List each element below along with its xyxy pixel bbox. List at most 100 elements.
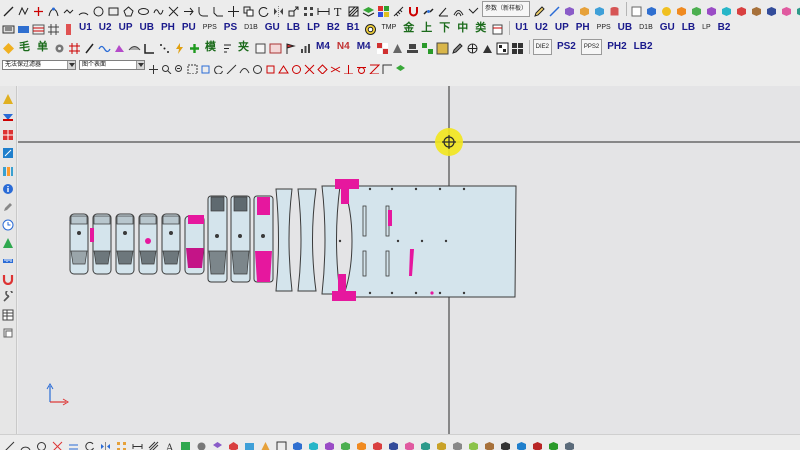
form-icon[interactable]	[113, 40, 126, 53]
tool-label-ph2[interactable]: PH2	[605, 40, 628, 54]
tool-label-b2-right[interactable]: B2	[716, 21, 733, 35]
layer-tool-icon[interactable]	[362, 3, 375, 17]
tool-label-ub-right[interactable]: UB	[616, 21, 634, 35]
wave-icon[interactable]	[98, 40, 111, 53]
tool-label-tmp[interactable]: TMP	[379, 21, 398, 35]
move-tool-icon[interactable]	[227, 3, 240, 17]
frame-icon[interactable]	[269, 40, 282, 54]
tool-icon[interactable]	[2, 288, 14, 302]
arc-tool-icon[interactable]	[77, 3, 90, 16]
target-ring-icon[interactable]	[364, 21, 377, 35]
drawing-canvas[interactable]	[18, 86, 800, 434]
dim-icon[interactable]	[132, 437, 143, 449]
cube-lime-icon[interactable]	[468, 437, 479, 450]
snap-intersection-icon[interactable]	[330, 60, 341, 72]
trim-icon[interactable]	[52, 437, 63, 450]
edit-icon[interactable]	[2, 144, 14, 158]
part-small-icon[interactable]	[228, 437, 239, 450]
snap-perpendicular-icon[interactable]	[343, 60, 354, 74]
swatch-icon[interactable]	[436, 40, 449, 55]
scale-tool-icon[interactable]	[287, 3, 300, 16]
cube-orange-icon[interactable]	[356, 437, 367, 450]
cube-dark-icon[interactable]	[500, 437, 511, 450]
snap-endpoint-icon[interactable]	[265, 60, 276, 73]
tool-label-ph-right[interactable]: PH	[574, 21, 592, 35]
tool-label-shang[interactable]: 上	[419, 21, 434, 35]
checker-green-icon[interactable]	[421, 40, 434, 54]
tri-icon[interactable]	[481, 40, 494, 53]
qr-icon[interactable]	[496, 40, 509, 55]
offset-tool-icon[interactable]	[452, 3, 465, 16]
stripe-icon[interactable]	[32, 21, 45, 35]
measure-tool-icon[interactable]	[392, 3, 405, 16]
blank-plate[interactable]	[338, 185, 517, 298]
strip-station-7[interactable]	[207, 195, 228, 283]
fold-icon[interactable]	[2, 162, 14, 176]
polygon-tool-icon[interactable]	[122, 3, 135, 16]
tool-label-lei[interactable]: 类	[473, 21, 488, 35]
strip-station-6[interactable]	[184, 215, 205, 275]
mirror-tool-icon[interactable]	[272, 3, 285, 17]
circle-draw-icon[interactable]	[252, 60, 263, 74]
frame-small-icon[interactable]	[276, 437, 287, 450]
strip-blank-3[interactable]	[321, 185, 341, 295]
gear-small-icon[interactable]	[196, 437, 207, 450]
cube-green-icon[interactable]	[340, 437, 351, 450]
layer-icon[interactable]	[2, 108, 14, 121]
shape-small-icon[interactable]	[260, 437, 271, 450]
mirror-icon[interactable]	[100, 437, 111, 450]
tool-label-ps[interactable]: PS	[222, 21, 239, 35]
arc-icon[interactable]	[20, 437, 31, 450]
cylinder-tool-icon[interactable]	[608, 3, 621, 16]
strip-station-2[interactable]	[90, 213, 112, 275]
dot-grid-icon[interactable]	[158, 40, 171, 53]
fillet-tool-icon[interactable]	[197, 3, 210, 16]
chevron-down-icon[interactable]	[136, 61, 144, 69]
tool-label-dan[interactable]: 单	[35, 40, 50, 54]
tool-label-n4[interactable]: N4	[335, 40, 352, 54]
polyline-tool-icon[interactable]	[17, 3, 30, 16]
angle-tool-icon[interactable]	[437, 3, 450, 16]
chevron-down-icon[interactable]	[67, 61, 75, 69]
tool-label-u2[interactable]: U2	[97, 21, 114, 35]
cube-brown-icon[interactable]	[484, 437, 495, 450]
tool-label-pps2[interactable]: PPS2	[580, 38, 603, 55]
cube-blue2-icon[interactable]	[516, 437, 527, 450]
hatch-icon[interactable]	[148, 437, 159, 450]
grid-dark-icon[interactable]	[511, 40, 524, 54]
tool-label-lp-right[interactable]: LP	[700, 21, 713, 35]
pan-icon[interactable]	[148, 60, 159, 74]
tool-label-b1[interactable]: B1	[345, 21, 362, 35]
cube-navy-icon[interactable]	[388, 437, 399, 450]
tool-label-u2-right[interactable]: U2	[533, 21, 550, 35]
tool-label-m4-second[interactable]: M4	[355, 40, 373, 54]
snap-tangent-icon[interactable]	[356, 60, 367, 74]
bezier-tool-icon[interactable]	[47, 3, 60, 16]
tool-label-lb-right[interactable]: LB	[680, 21, 697, 35]
shape-icon[interactable]	[391, 40, 404, 53]
blank-sheet-icon[interactable]	[630, 3, 643, 16]
strip-blank-2[interactable]	[297, 188, 317, 292]
cube-red-icon[interactable]	[372, 437, 383, 450]
calendar-icon[interactable]	[491, 21, 504, 35]
line-draw-icon[interactable]	[226, 60, 237, 74]
strip-station-5[interactable]	[161, 213, 181, 275]
sort-icon[interactable]	[221, 40, 234, 53]
part-teal-icon[interactable]	[795, 3, 800, 16]
circle-cross-icon[interactable]	[466, 40, 479, 54]
bar-icon[interactable]	[299, 40, 312, 53]
corner-icon[interactable]	[143, 40, 156, 54]
tool-label-lb2[interactable]: LB2	[632, 40, 655, 54]
box-tool-icon[interactable]	[578, 3, 591, 16]
tool-label-lb[interactable]: LB	[285, 21, 302, 35]
array-tool-icon[interactable]	[302, 3, 315, 16]
pen-icon[interactable]	[2, 198, 14, 211]
redraw-icon[interactable]	[213, 60, 224, 74]
mesh-icon[interactable]	[47, 21, 60, 35]
snap-nearest-icon[interactable]	[368, 60, 381, 74]
magnet-icon[interactable]	[2, 270, 14, 286]
snap-tool-icon[interactable]	[407, 3, 420, 16]
part-navy-icon[interactable]	[765, 3, 778, 16]
tool-label-up[interactable]: UP	[117, 21, 135, 35]
tool-label-mo[interactable]: 模	[203, 40, 218, 54]
